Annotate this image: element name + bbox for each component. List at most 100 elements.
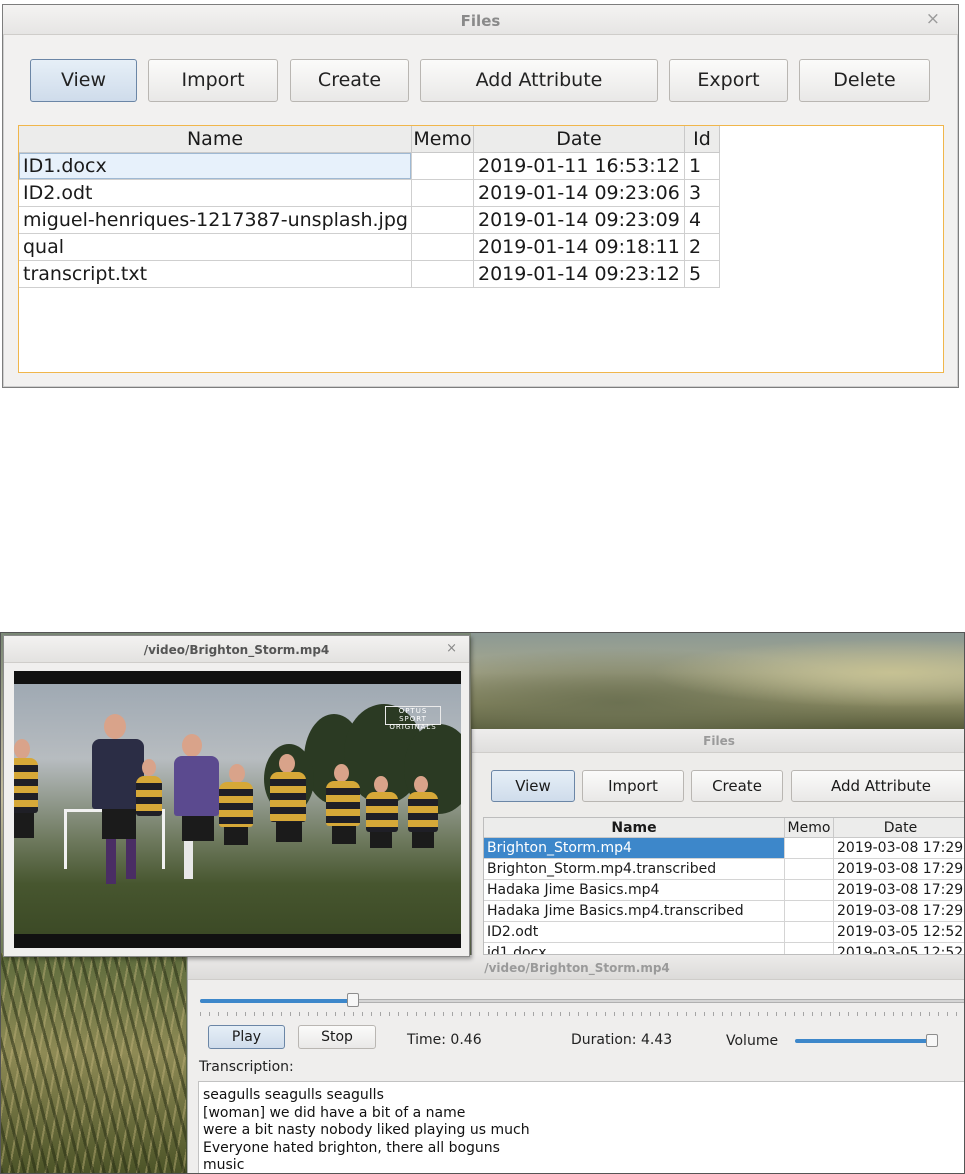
- seek-ticks: [200, 1012, 964, 1016]
- table-row[interactable]: ID2.odt 2019-03-05 12:52: [484, 922, 964, 943]
- cell-memo[interactable]: [785, 880, 834, 901]
- cell-name[interactable]: Hadaka Jime Basics.mp4: [484, 880, 785, 901]
- cell-id[interactable]: 5: [685, 261, 720, 288]
- transcription-line: Everyone hated brighton, there all bogun…: [203, 1139, 500, 1156]
- cell-name[interactable]: miguel-henriques-1217387-unsplash.jpg: [19, 207, 412, 234]
- cell-name[interactable]: Hadaka Jime Basics.mp4.transcribed: [484, 901, 785, 922]
- delete-button[interactable]: Delete: [799, 59, 930, 102]
- cell-date[interactable]: 2019-03-05 12:52: [834, 943, 964, 954]
- column-header-name[interactable]: Name: [19, 126, 412, 153]
- cell-id[interactable]: 3: [685, 180, 720, 207]
- column-header-memo[interactable]: Memo: [412, 126, 474, 153]
- player-head: [374, 776, 388, 793]
- player-leg: [106, 839, 116, 884]
- cell-name[interactable]: ID1.docx: [19, 153, 412, 180]
- player-head: [104, 714, 126, 739]
- brand-bottom-text: ORIGINALS: [389, 723, 437, 731]
- create-button[interactable]: Create: [691, 770, 783, 802]
- files-table[interactable]: Name Memo Date Brighton_Storm.mp4 2019-0…: [483, 817, 964, 955]
- volume-handle[interactable]: [926, 1034, 938, 1047]
- cell-date[interactable]: 2019-01-11 16:53:12: [474, 153, 685, 180]
- player-shorts: [332, 826, 356, 844]
- table-row[interactable]: miguel-henriques-1217387-unsplash.jpg 20…: [19, 207, 720, 234]
- cell-name[interactable]: ID2.odt: [484, 922, 785, 943]
- table-row[interactable]: Hadaka Jime Basics.mp4.transcribed 2019-…: [484, 901, 964, 922]
- files-window-titlebar[interactable]: Files: [472, 729, 964, 753]
- files-table[interactable]: Name Memo Date Id ID1.docx 2019-01-11 16…: [18, 125, 944, 373]
- cell-name[interactable]: Brighton_Storm.mp4: [484, 838, 785, 859]
- cell-date[interactable]: 2019-03-08 17:29: [834, 838, 964, 859]
- seek-progress: [200, 999, 353, 1003]
- transcription-textarea[interactable]: seagulls seagulls seagulls [woman] we di…: [198, 1081, 964, 1173]
- cell-name[interactable]: transcript.txt: [19, 261, 412, 288]
- cell-memo[interactable]: [785, 859, 834, 880]
- table-row[interactable]: Brighton_Storm.mp4 2019-03-08 17:29: [484, 838, 964, 859]
- cell-memo[interactable]: [785, 838, 834, 859]
- table-row[interactable]: Hadaka Jime Basics.mp4 2019-03-08 17:29: [484, 880, 964, 901]
- cell-name[interactable]: id1.docx: [484, 943, 785, 954]
- cell-date[interactable]: 2019-01-14 09:23:09: [474, 207, 685, 234]
- video-window-titlebar[interactable]: /video/Brighton_Storm.mp4 ×: [4, 636, 469, 663]
- files-window-titlebar[interactable]: Files ×: [3, 5, 958, 35]
- duration-label: Duration: 4.43: [571, 1032, 673, 1048]
- cell-date[interactable]: 2019-01-14 09:23:06: [474, 180, 685, 207]
- cell-id[interactable]: 1: [685, 153, 720, 180]
- add-attribute-button[interactable]: Add Attribute: [791, 770, 964, 802]
- cell-name[interactable]: ID2.odt: [19, 180, 412, 207]
- cell-date[interactable]: 2019-01-14 09:23:12: [474, 261, 685, 288]
- cell-memo[interactable]: [412, 180, 474, 207]
- seek-handle[interactable]: [347, 993, 359, 1007]
- cell-id[interactable]: 4: [685, 207, 720, 234]
- stop-button[interactable]: Stop: [298, 1025, 376, 1049]
- cell-date[interactable]: 2019-01-14 09:18:11: [474, 234, 685, 261]
- player-titlebar[interactable]: /video/Brighton_Storm.mp4: [188, 955, 964, 980]
- cell-date[interactable]: 2019-03-08 17:29: [834, 880, 964, 901]
- cell-memo[interactable]: [785, 922, 834, 943]
- import-button[interactable]: Import: [148, 59, 278, 102]
- table-row[interactable]: ID2.odt 2019-01-14 09:23:06 3: [19, 180, 720, 207]
- view-button[interactable]: View: [491, 770, 575, 802]
- column-header-date[interactable]: Date: [834, 818, 964, 838]
- add-attribute-button[interactable]: Add Attribute: [420, 59, 658, 102]
- close-icon[interactable]: ×: [446, 641, 457, 656]
- table-row[interactable]: ID1.docx 2019-01-11 16:53:12 1: [19, 153, 720, 180]
- cell-memo[interactable]: [412, 153, 474, 180]
- column-header-memo[interactable]: Memo: [785, 818, 834, 838]
- desktop-screenshot: Files View Import Create Add Attribute N…: [0, 632, 965, 1174]
- table-row[interactable]: transcript.txt 2019-01-14 09:23:12 5: [19, 261, 720, 288]
- player-head: [142, 759, 156, 776]
- video-frame-image: OPTUS SPORT ORIGINALS: [14, 684, 461, 934]
- table-row[interactable]: Brighton_Storm.mp4.transcribed 2019-03-0…: [484, 859, 964, 880]
- player-leg: [126, 839, 136, 879]
- table-row[interactable]: id1.docx 2019-03-05 12:52: [484, 943, 964, 954]
- transcription-label: Transcription:: [199, 1059, 294, 1075]
- export-button[interactable]: Export: [669, 59, 788, 102]
- cell-memo[interactable]: [785, 901, 834, 922]
- close-icon[interactable]: ×: [926, 9, 940, 29]
- cell-memo[interactable]: [785, 943, 834, 954]
- create-button[interactable]: Create: [290, 59, 409, 102]
- player-head: [414, 776, 428, 793]
- view-button[interactable]: View: [30, 59, 137, 102]
- cell-date[interactable]: 2019-03-05 12:52: [834, 922, 964, 943]
- volume-level: [795, 1039, 932, 1043]
- cell-date[interactable]: 2019-03-08 17:29: [834, 859, 964, 880]
- cell-memo[interactable]: [412, 207, 474, 234]
- table-row[interactable]: qual 2019-01-14 09:18:11 2: [19, 234, 720, 261]
- column-header-date[interactable]: Date: [474, 126, 685, 153]
- play-button[interactable]: Play: [208, 1025, 285, 1049]
- column-header-name[interactable]: Name: [484, 818, 785, 838]
- cell-name[interactable]: qual: [19, 234, 412, 261]
- cell-name[interactable]: Brighton_Storm.mp4.transcribed: [484, 859, 785, 880]
- player-shirt: [174, 756, 219, 816]
- seek-slider[interactable]: [200, 993, 964, 1007]
- wallpaper-image: [471, 633, 964, 733]
- import-button[interactable]: Import: [582, 770, 684, 802]
- column-header-id[interactable]: Id: [685, 126, 720, 153]
- cell-id[interactable]: 2: [685, 234, 720, 261]
- cell-memo[interactable]: [412, 261, 474, 288]
- video-display[interactable]: OPTUS SPORT ORIGINALS: [14, 671, 461, 948]
- volume-slider[interactable]: [795, 1034, 939, 1047]
- cell-memo[interactable]: [412, 234, 474, 261]
- cell-date[interactable]: 2019-03-08 17:29: [834, 901, 964, 922]
